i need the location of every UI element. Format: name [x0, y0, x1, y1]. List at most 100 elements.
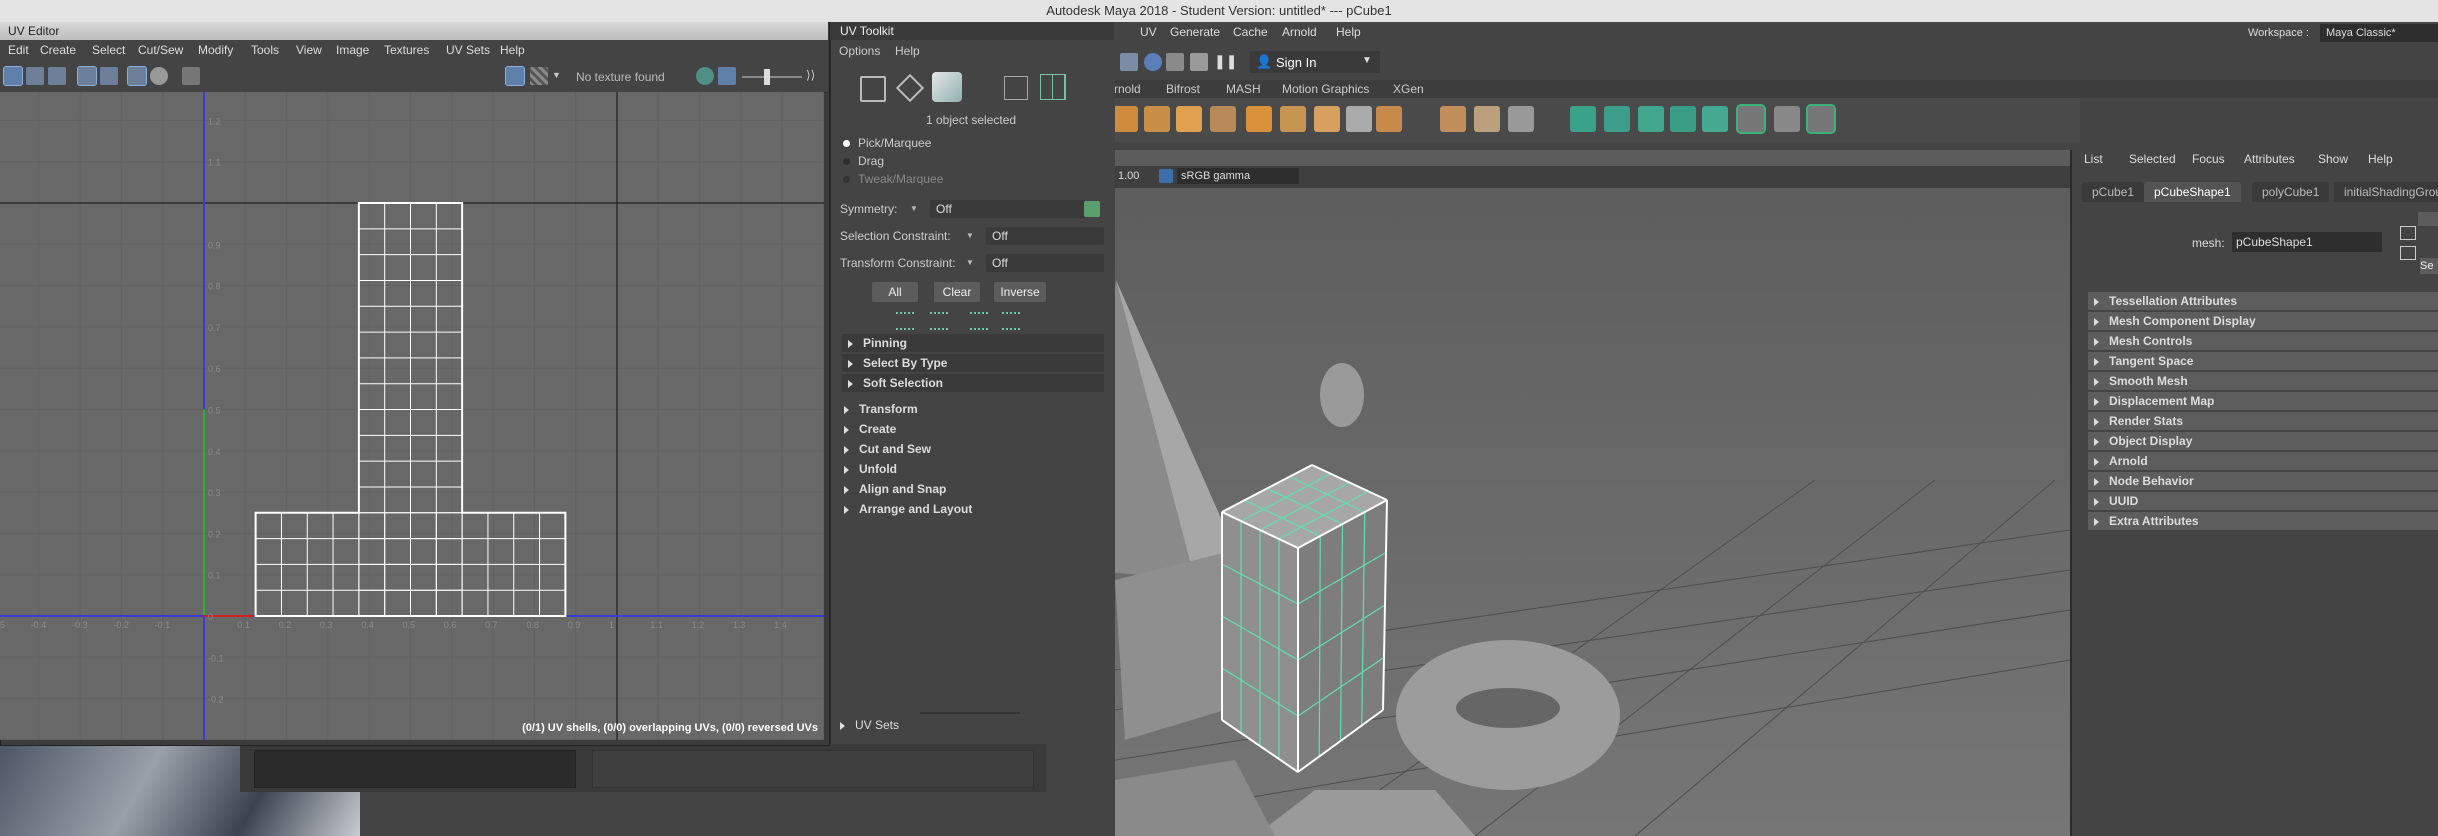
- section-arrange-and-layout[interactable]: Arrange and Layout: [838, 500, 1108, 518]
- select-edge-ring-icon[interactable]: [1002, 312, 1020, 330]
- focus-button[interactable]: [2418, 212, 2438, 226]
- tab-pcube1[interactable]: pCube1: [2082, 182, 2145, 202]
- section-align-and-snap[interactable]: Align and Snap: [838, 480, 1108, 498]
- section-render-stats[interactable]: Render Stats: [2088, 412, 2438, 430]
- uv-menu-image[interactable]: Image: [336, 43, 369, 57]
- section-cut-and-sew[interactable]: Cut and Sew: [838, 440, 1108, 458]
- uv-menu-modify[interactable]: Modify: [198, 43, 233, 57]
- output-connection-icon[interactable]: [2400, 246, 2416, 260]
- ae-menu-focus[interactable]: Focus: [2192, 152, 2225, 166]
- section-extra-attributes[interactable]: Extra Attributes: [2088, 512, 2438, 530]
- uv-face-icon[interactable]: [77, 66, 97, 86]
- shelf-tool-icon[interactable]: [1176, 106, 1202, 132]
- section-mesh-controls[interactable]: Mesh Controls: [2088, 332, 2438, 350]
- color-management-icon[interactable]: [1159, 169, 1173, 183]
- grow-selection-icon[interactable]: [896, 312, 914, 330]
- uv-canvas[interactable]: 1.2 1.1 0.9 0.8 0.7 0.6 0.5 0.4 0.3 0.2 0.1 0 -0.1 -0…: [0, 92, 824, 740]
- ipr-icon[interactable]: [1144, 53, 1162, 71]
- shelf-tab-arnold[interactable]: rnold: [1114, 82, 1141, 96]
- subsection-soft-selection[interactable]: Soft Selection: [842, 374, 1104, 392]
- slider-handle[interactable]: [764, 69, 770, 85]
- sign-in-dropdown[interactable]: 👤 Sign In ▼: [1250, 51, 1380, 73]
- pause-icon[interactable]: ❚❚: [1214, 53, 1237, 71]
- shelf-tool-icon[interactable]: [1670, 106, 1696, 132]
- shelf-tab-xgen[interactable]: XGen: [1393, 82, 1424, 96]
- uv-menu-cut-sew[interactable]: Cut/Sew: [138, 43, 183, 57]
- 3d-viewport[interactable]: [1115, 150, 2070, 836]
- section-uuid[interactable]: UUID: [2088, 492, 2438, 510]
- section-unfold[interactable]: Unfold: [838, 460, 1108, 478]
- tool-drag[interactable]: Drag: [858, 154, 884, 168]
- shelf-tool-icon[interactable]: [1806, 104, 1836, 134]
- section-arnold[interactable]: Arnold: [2088, 452, 2438, 470]
- symmetry-add-icon[interactable]: [1084, 201, 1100, 217]
- uv-face-mode-icon[interactable]: [932, 72, 962, 102]
- uv-menu-view[interactable]: View: [296, 43, 322, 57]
- section-mesh-component-display[interactable]: Mesh Component Display: [2088, 312, 2438, 330]
- shelf-tool-icon[interactable]: [1474, 106, 1500, 132]
- ae-menu-help[interactable]: Help: [2368, 152, 2393, 166]
- snap-icon[interactable]: [127, 66, 147, 86]
- color-space-dropdown[interactable]: sRGB gamma: [1177, 168, 1299, 184]
- shelf-tab-motion-graphics[interactable]: Motion Graphics: [1282, 82, 1369, 96]
- ae-menu-selected[interactable]: Selected: [2129, 152, 2176, 166]
- menu-help[interactable]: Help: [1336, 25, 1361, 39]
- menu-cache[interactable]: Cache: [1233, 25, 1268, 39]
- input-connection-icon[interactable]: [2400, 226, 2416, 240]
- shrink-selection-icon[interactable]: [930, 312, 948, 330]
- shelf-tool-icon[interactable]: [1736, 104, 1766, 134]
- menu-uv[interactable]: UV: [1140, 25, 1157, 39]
- uv-vertex-icon[interactable]: [26, 67, 44, 85]
- shelf-tool-icon[interactable]: [1210, 106, 1236, 132]
- camera-icon[interactable]: [150, 67, 168, 85]
- uv-editor-title-bar[interactable]: UV Editor: [0, 22, 828, 40]
- uv-menu-tools[interactable]: Tools: [251, 43, 279, 57]
- select-button[interactable]: Se: [2420, 258, 2438, 274]
- exposure-icon[interactable]: [696, 67, 714, 85]
- section-object-display[interactable]: Object Display: [2088, 432, 2438, 450]
- section-tangent-space[interactable]: Tangent Space: [2088, 352, 2438, 370]
- uv-menu-help[interactable]: Help: [500, 43, 525, 57]
- shelf-tool-icon[interactable]: [1346, 106, 1372, 132]
- section-displacement-map[interactable]: Displacement Map: [2088, 392, 2438, 410]
- subsection-select-by-type[interactable]: Select By Type: [842, 354, 1104, 372]
- display-image-icon[interactable]: [182, 67, 200, 85]
- grid-icon[interactable]: [100, 67, 118, 85]
- section-tessellation-attributes[interactable]: Tessellation Attributes: [2088, 292, 2438, 310]
- clear-selection-button[interactable]: Clear: [934, 282, 980, 302]
- tab-initialshadinggroup[interactable]: initialShadingGroup: [2334, 182, 2438, 202]
- symmetry-dropdown[interactable]: Off: [930, 200, 1086, 218]
- shelf-tool-icon[interactable]: [1604, 106, 1630, 132]
- shelf-tool-icon[interactable]: [1376, 106, 1402, 132]
- tk-menu-options[interactable]: Options: [839, 44, 880, 58]
- shelf-tool-icon[interactable]: [1112, 106, 1138, 132]
- radio-drag[interactable]: [843, 158, 850, 165]
- radio-tweak-marquee[interactable]: [843, 176, 850, 183]
- shelf-tool-icon[interactable]: [1508, 106, 1534, 132]
- radio-pick-marquee[interactable]: [843, 140, 850, 147]
- select-all-button[interactable]: All: [872, 282, 918, 302]
- uv-shell-mode-icon[interactable]: [860, 76, 886, 102]
- shelf-tool-icon[interactable]: [1440, 106, 1466, 132]
- more-icon[interactable]: ⟩⟩: [806, 68, 820, 84]
- uv-menu-edit[interactable]: Edit: [8, 43, 29, 57]
- shelf-tool-icon[interactable]: [1280, 106, 1306, 132]
- tab-polycube1[interactable]: polyCube1: [2252, 182, 2330, 202]
- uv-shell-icon[interactable]: [3, 66, 23, 86]
- exposure-slider[interactable]: [742, 76, 802, 78]
- section-create[interactable]: Create: [838, 420, 1108, 438]
- gamma-value[interactable]: 1.00: [1118, 170, 1139, 182]
- menu-generate[interactable]: Generate: [1170, 25, 1220, 39]
- checker-icon[interactable]: [530, 67, 548, 85]
- uv-edge-icon[interactable]: [48, 67, 66, 85]
- uv-menu-select[interactable]: Select: [92, 43, 125, 57]
- shelf-tool-icon[interactable]: [1702, 106, 1728, 132]
- tool-pick-marquee[interactable]: Pick/Marquee: [858, 136, 931, 150]
- selection-constraint-dropdown[interactable]: Off: [986, 227, 1104, 245]
- texture-display-icon[interactable]: [505, 66, 525, 86]
- gamma-icon[interactable]: [718, 67, 736, 85]
- subsection-pinning[interactable]: Pinning: [842, 334, 1104, 352]
- tab-pcubeshape1[interactable]: pCubeShape1: [2144, 182, 2241, 202]
- uv-menu-textures[interactable]: Textures: [384, 43, 429, 57]
- shelf-tool-icon[interactable]: [1246, 106, 1272, 132]
